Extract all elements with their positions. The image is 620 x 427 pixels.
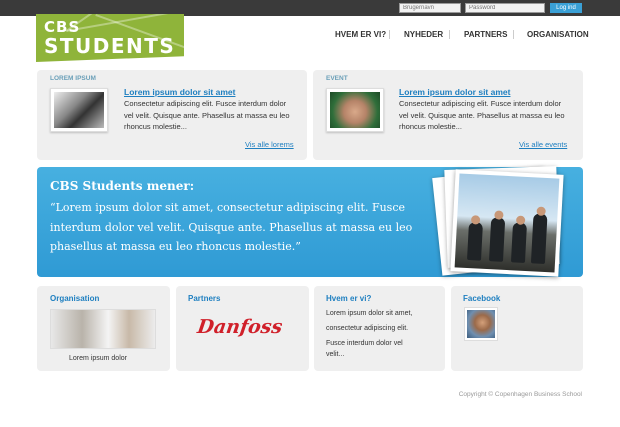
login-button[interactable]: Log ind — [550, 3, 582, 13]
person-figure — [467, 222, 483, 261]
facebook-profile-photo[interactable] — [464, 307, 498, 341]
nav-organisation[interactable]: ORGANISATION — [527, 30, 589, 39]
news-label: LOREM IPSUM — [50, 75, 96, 82]
partners-title[interactable]: Partners — [188, 294, 220, 303]
nav-hvem-er-vi[interactable]: HVEM ER VI? — [335, 30, 386, 39]
password-input[interactable] — [465, 3, 545, 13]
facebook-title[interactable]: Facebook — [463, 294, 500, 303]
organisation-caption: Lorem ipsum dolor — [69, 355, 127, 362]
event-photo — [330, 92, 380, 128]
person-figure — [510, 222, 528, 263]
footer-copyright: Copyright © Copenhagen Business School — [458, 391, 582, 398]
news-thumbnail[interactable] — [50, 88, 108, 132]
person-figure — [488, 217, 506, 262]
event-body: Consectetur adipiscing elit. Fusce inter… — [399, 99, 565, 131]
danfoss-logo[interactable]: Danfoss — [196, 309, 282, 343]
organisation-title[interactable]: Organisation — [50, 294, 99, 303]
about-line-1: Lorem ipsum dolor sit amet, — [326, 310, 413, 317]
event-label: EVENT — [326, 75, 348, 82]
banner-quote: “Lorem ipsum dolor sit amet, consectetur… — [50, 201, 413, 253]
organisation-photo[interactable] — [50, 309, 156, 349]
about-title[interactable]: Hvem er vi? — [326, 294, 371, 303]
nav-nyheder[interactable]: NYHEDER — [404, 30, 443, 39]
nav-separator — [389, 30, 390, 39]
news-title-link[interactable]: Lorem ipsum dolor sit amet — [124, 87, 235, 97]
news-body: Consectetur adipiscing elit. Fusce inter… — [124, 99, 290, 131]
news-photo — [54, 92, 104, 128]
logo-ray — [66, 14, 184, 32]
group-photo — [454, 173, 560, 273]
event-title-link[interactable]: Lorem ipsum dolor sit amet — [399, 87, 510, 97]
event-thumbnail[interactable] — [326, 88, 384, 132]
banner-title: CBS Students mener: — [50, 179, 195, 193]
banner-photo[interactable] — [450, 169, 564, 277]
event-see-all-link[interactable]: Vis alle events — [519, 140, 567, 149]
person-figure — [530, 213, 548, 265]
nav-separator — [513, 30, 514, 39]
logo-text-line2: STUDENTS — [44, 34, 176, 58]
about-line-4: velit... — [326, 351, 345, 358]
nav-separator — [449, 30, 450, 39]
news-see-all-link[interactable]: Vis alle lorems — [245, 140, 294, 149]
about-line-2: consectetur adipiscing elit. — [326, 325, 409, 332]
danfoss-logo-text: Danfoss — [196, 315, 282, 338]
username-input[interactable] — [399, 3, 461, 13]
facebook-photo-image — [467, 310, 495, 338]
cbs-students-logo[interactable]: CBS STUDENTS — [36, 14, 184, 62]
nav-partners[interactable]: PARTNERS — [464, 30, 507, 39]
